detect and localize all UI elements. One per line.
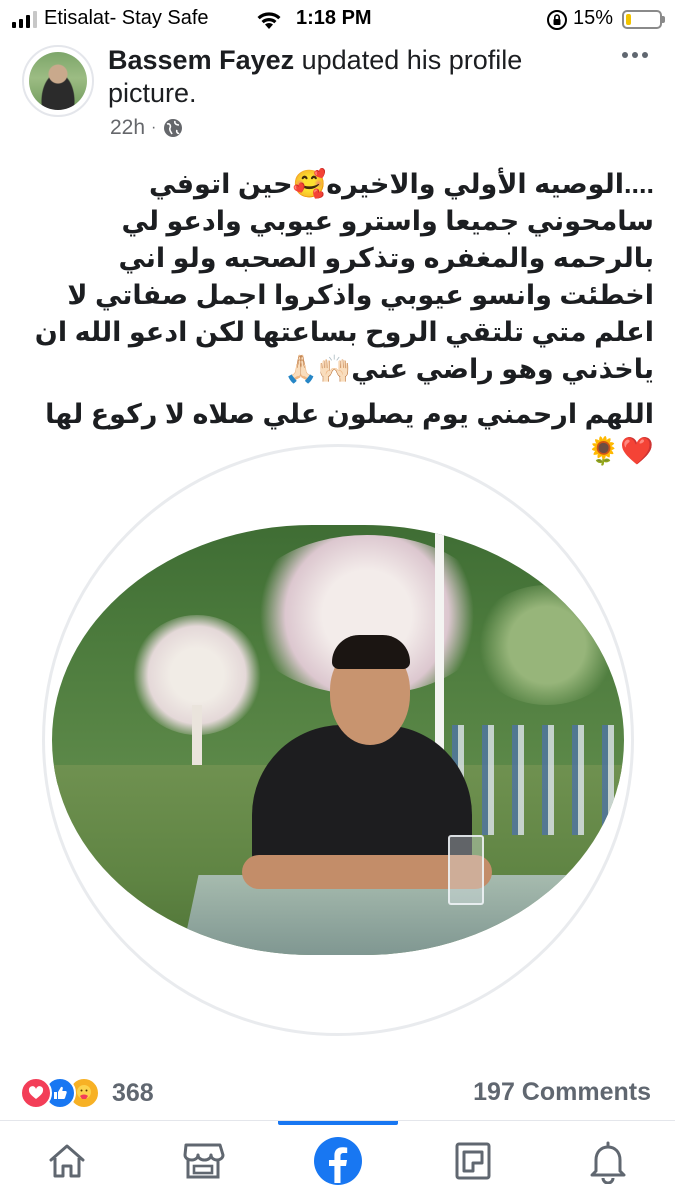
meta-separator: · bbox=[151, 119, 157, 136]
bell-icon bbox=[590, 1141, 626, 1184]
reactions-summary[interactable]: 368 bbox=[20, 1077, 154, 1109]
cellular-signal-icon bbox=[12, 10, 37, 28]
author-name[interactable]: Bassem Fayez bbox=[108, 45, 294, 75]
profile-picture[interactable] bbox=[52, 525, 624, 955]
nav-marketplace[interactable] bbox=[138, 1131, 268, 1191]
profile-photo-scene bbox=[52, 525, 624, 955]
avatar-photo bbox=[29, 52, 87, 110]
post-headline: Bassem Fayez updated his profile picture… bbox=[108, 44, 598, 110]
home-icon bbox=[49, 1144, 85, 1178]
author-avatar[interactable] bbox=[22, 45, 94, 117]
facebook-logo-icon bbox=[314, 1137, 362, 1185]
nav-pages[interactable] bbox=[408, 1131, 538, 1191]
battery-percentage: 15% bbox=[573, 7, 614, 29]
more-options-icon[interactable] bbox=[622, 52, 648, 58]
reaction-count: 368 bbox=[112, 1078, 154, 1107]
nav-notifications[interactable] bbox=[543, 1131, 673, 1191]
bottom-navigation bbox=[0, 1120, 675, 1200]
nav-home[interactable] bbox=[2, 1131, 132, 1191]
active-tab-indicator bbox=[278, 1121, 398, 1125]
caption-paragraph-1: ....الوصيه الأولي والاخيره🥰حين اتوفي سام… bbox=[34, 169, 654, 384]
post-caption: ....الوصيه الأولي والاخيره🥰حين اتوفي سام… bbox=[18, 166, 654, 470]
post-time[interactable]: 22h bbox=[110, 116, 145, 140]
nav-feed[interactable] bbox=[273, 1131, 403, 1191]
love-reaction-icon bbox=[20, 1077, 52, 1109]
pages-icon bbox=[455, 1142, 491, 1180]
wifi-icon bbox=[257, 12, 281, 29]
carrier-name: Etisalat- Stay Safe bbox=[44, 7, 209, 29]
clock: 1:18 PM bbox=[296, 7, 372, 29]
globe-icon bbox=[164, 119, 183, 137]
comments-count-link[interactable]: 197 Comments bbox=[473, 1078, 651, 1107]
battery-icon bbox=[622, 10, 665, 29]
marketplace-icon bbox=[183, 1143, 225, 1179]
status-bar: Etisalat- Stay Safe 1:18 PM 15% bbox=[0, 0, 675, 40]
post-meta: 22h · bbox=[110, 116, 184, 140]
battery-level-fill bbox=[626, 14, 631, 25]
rotation-lock-icon bbox=[547, 10, 567, 30]
